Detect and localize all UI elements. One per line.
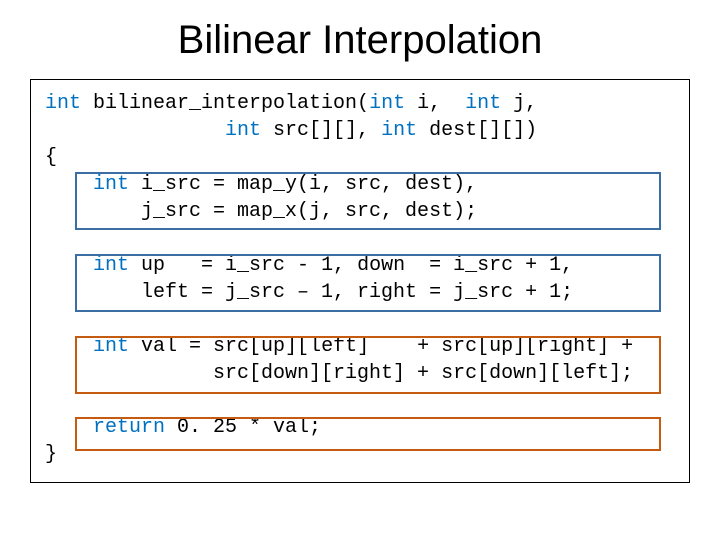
- code-line-blk2a: int up = i_src - 1, down = i_src + 1,: [45, 252, 675, 279]
- code-line-brace-close: }: [45, 441, 675, 468]
- code-line-blk1a: int i_src = map_y(i, src, dest),: [45, 171, 675, 198]
- slide: Bilinear Interpolation int bilinear_inte…: [0, 0, 720, 540]
- slide-title: Bilinear Interpolation: [30, 18, 690, 63]
- code-line-sig2: int src[][], int dest[][]): [45, 117, 675, 144]
- code-line-blank1: [45, 225, 675, 252]
- code-line-brace-open: {: [45, 144, 675, 171]
- code-container: int bilinear_interpolation(int i, int j,…: [30, 79, 690, 483]
- code-line-ret: return 0. 25 * val;: [45, 414, 675, 441]
- code-line-sig1: int bilinear_interpolation(int i, int j,: [45, 90, 675, 117]
- code-line-blk3b: src[down][right] + src[down][left];: [45, 360, 675, 387]
- code-line-blank2: [45, 306, 675, 333]
- code-line-blk1b: j_src = map_x(j, src, dest);: [45, 198, 675, 225]
- code-line-blk3a: int val = src[up][left] + src[up][right]…: [45, 333, 675, 360]
- code-line-blank3: [45, 387, 675, 414]
- code-line-blk2b: left = j_src – 1, right = j_src + 1;: [45, 279, 675, 306]
